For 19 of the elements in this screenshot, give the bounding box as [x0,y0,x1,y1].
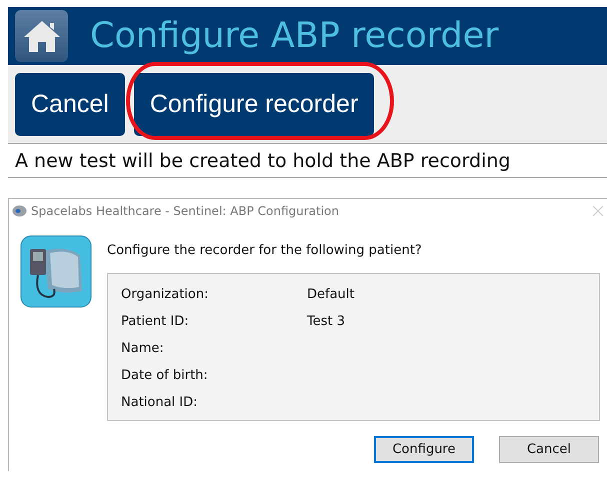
info-message: A new test will be created to hold the ABP recording [8,144,607,178]
field-label: Patient ID: [121,314,190,329]
blood-pressure-cuff-icon [20,235,92,308]
dialog-button[interactable]: Configure [374,436,474,463]
dialog-button[interactable]: Cancel [499,436,599,463]
dialog-title: Spacelabs Healthcare - Sentinel: ABP Configuration [31,204,340,218]
field-label: Name: [121,341,165,356]
toolbar-button[interactable]: Configure recorder [134,72,374,136]
home-button[interactable] [15,10,68,62]
field-label: Date of birth: [121,368,209,383]
toolbar-button[interactable]: Cancel [15,72,125,136]
home-icon [22,19,62,53]
page-title: Configure ABP recorder [90,16,499,56]
app-logo-icon [12,205,27,217]
field-value: Default [307,287,356,302]
field-label: National ID: [121,395,199,410]
field-value: Test 3 [307,314,346,329]
field-label: Organization: [121,287,210,302]
dialog-question: Configure the recorder for the following patient? [107,243,423,258]
